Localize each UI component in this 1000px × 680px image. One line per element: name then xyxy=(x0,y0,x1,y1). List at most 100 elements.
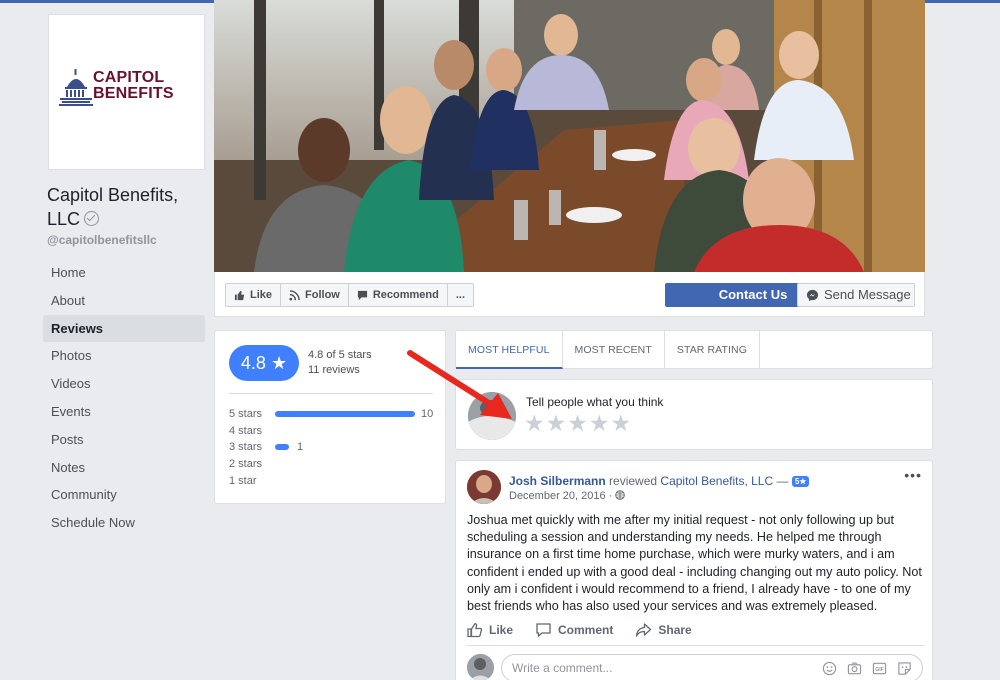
review-count[interactable]: 11 reviews xyxy=(308,363,372,378)
thumbs-up-icon xyxy=(234,290,245,300)
reviewed-page-link[interactable]: Capitol Benefits, LLC xyxy=(660,474,773,488)
like-review-label: Like xyxy=(489,622,514,637)
page-title[interactable]: Capitol Benefits, LLC xyxy=(47,183,207,231)
review-body-text: Joshua met quickly with me after my init… xyxy=(467,513,922,614)
nav-item-videos[interactable]: Videos xyxy=(43,370,205,398)
share-button[interactable]: Share xyxy=(635,620,692,639)
comment-label: Comment xyxy=(558,622,614,637)
logo-wordmark: CAPITOL BENEFITS xyxy=(93,70,174,102)
rating-row[interactable]: 5 stars 10 xyxy=(229,406,435,423)
review-prompt-text: Tell people what you think xyxy=(526,395,664,409)
star-1-icon[interactable]: ★ xyxy=(524,412,545,435)
nav-item-photos[interactable]: Photos xyxy=(43,342,205,370)
commenter-photo xyxy=(467,654,494,680)
like-page-button[interactable]: Like xyxy=(226,284,282,306)
page-action-bar: Like Follow Recommend ... Contact Us Sen… xyxy=(214,272,925,317)
rating-row-count: 1 xyxy=(297,441,304,454)
write-review-card: Tell people what you think ★ ★ ★ ★ ★ xyxy=(455,379,933,450)
post-options-icon[interactable]: ••• xyxy=(904,467,922,483)
svg-text:GIF: GIF xyxy=(875,667,884,673)
divider xyxy=(229,393,433,394)
star-3-icon[interactable]: ★ xyxy=(567,412,588,435)
capitol-dome-icon xyxy=(59,69,93,106)
nav-item-notes[interactable]: Notes xyxy=(43,454,205,482)
page-nav: Home About Reviews Photos Videos Events Posts N… xyxy=(43,259,205,537)
more-options-button[interactable]: ... xyxy=(448,284,473,306)
commenter-avatar xyxy=(467,654,494,680)
star-2-icon[interactable]: ★ xyxy=(546,412,567,435)
star-5-icon[interactable]: ★ xyxy=(611,412,632,435)
logo-line-1: CAPITOL xyxy=(93,69,165,86)
review-sort-tabs: MOST HELPFUL MOST RECENT STAR RATING xyxy=(455,330,933,369)
emoji-icon[interactable] xyxy=(822,661,837,676)
rating-row-label: 1 star xyxy=(229,474,257,487)
nav-item-about[interactable]: About xyxy=(43,287,205,315)
follow-button[interactable]: Follow xyxy=(281,284,349,306)
rating-row-label: 3 stars xyxy=(229,441,263,454)
send-message-button[interactable]: Send Message xyxy=(797,283,915,307)
recommend-label: Recommend xyxy=(372,289,439,301)
comment-input[interactable]: Write a comment... GIF xyxy=(501,654,923,680)
capitol-benefits-logo: CAPITOL BENEFITS xyxy=(59,67,197,119)
like-page-label: Like xyxy=(250,289,273,301)
profile-picture[interactable]: CAPITOL BENEFITS xyxy=(48,14,205,170)
nav-item-reviews[interactable]: Reviews xyxy=(43,314,205,343)
rating-row[interactable]: 4 stars xyxy=(229,423,435,440)
globe-icon xyxy=(615,490,626,500)
rating-bar-track xyxy=(275,461,415,467)
comment-icon xyxy=(536,622,551,637)
sticker-icon[interactable] xyxy=(897,661,912,676)
page-handle[interactable]: @capitolbenefitsllc xyxy=(47,233,157,247)
rating-bar-track xyxy=(275,444,415,451)
nav-item-posts[interactable]: Posts xyxy=(43,426,205,454)
rating-summary-card: 4.8 ★ 4.8 of 5 stars 11 reviews 5 stars 1… xyxy=(214,330,446,504)
share-label: Share xyxy=(658,622,692,637)
rating-score: 4.8 xyxy=(240,353,266,373)
review-actions: Like Comment Share xyxy=(466,620,924,646)
share-icon xyxy=(636,622,652,637)
user-photo xyxy=(468,392,516,440)
reviewer-name-link[interactable]: Josh Silbermann xyxy=(509,474,606,488)
rating-row[interactable]: 2 stars xyxy=(229,456,435,473)
tab-most-helpful[interactable]: MOST HELPFUL xyxy=(456,331,563,369)
thumbs-up-outline-icon xyxy=(467,622,483,637)
like-review-button[interactable]: Like xyxy=(466,620,513,639)
star-icon: ★ xyxy=(270,353,288,373)
comment-composer: Write a comment... GIF xyxy=(467,654,927,680)
rating-of-five: 4.8 of 5 stars xyxy=(308,349,372,361)
group-photo-image xyxy=(214,0,925,272)
nav-item-events[interactable]: Events xyxy=(43,398,205,426)
rating-score-pill: 4.8 ★ xyxy=(229,345,299,381)
rating-bar-track xyxy=(275,478,415,484)
review-date[interactable]: December 20, 2016 · xyxy=(509,490,626,502)
reviewer-avatar[interactable] xyxy=(467,470,501,504)
comment-button[interactable]: Comment xyxy=(535,620,613,639)
camera-icon[interactable] xyxy=(847,661,862,676)
gif-icon[interactable]: GIF xyxy=(872,661,887,676)
user-avatar xyxy=(468,392,516,440)
nav-item-schedule-now[interactable]: Schedule Now xyxy=(43,509,205,537)
rating-breakdown: 5 stars 10 4 stars 3 stars 1 2 stars 1 star xyxy=(229,406,435,489)
cover-photo[interactable] xyxy=(214,0,925,272)
rating-bar-fill xyxy=(275,444,289,451)
messenger-icon xyxy=(806,289,819,301)
comment-placeholder: Write a comment... xyxy=(512,661,613,675)
reviewer-photo xyxy=(467,470,501,504)
review-date-text: December 20, 2016 · xyxy=(509,490,613,502)
rating-row-label: 5 stars xyxy=(229,408,263,421)
star-4-icon[interactable]: ★ xyxy=(589,412,610,435)
rating-row-label: 4 stars xyxy=(229,424,263,437)
page-name-text: Capitol Benefits, LLC xyxy=(47,185,179,229)
recommend-button[interactable]: Recommend xyxy=(349,284,448,306)
star-rating-input[interactable]: ★ ★ ★ ★ ★ xyxy=(524,412,631,435)
rating-bar-fill xyxy=(275,411,415,418)
nav-item-home[interactable]: Home xyxy=(43,259,205,287)
rating-row[interactable]: 3 stars 1 xyxy=(229,439,435,456)
tab-most-recent[interactable]: MOST RECENT xyxy=(563,331,665,369)
rating-row[interactable]: 1 star xyxy=(229,472,435,489)
rss-icon xyxy=(289,289,300,301)
tab-star-rating[interactable]: STAR RATING xyxy=(665,331,760,369)
rating-bar-track xyxy=(275,411,415,418)
nav-item-community[interactable]: Community xyxy=(43,481,205,509)
star-rating-badge: 5★ xyxy=(791,476,810,487)
